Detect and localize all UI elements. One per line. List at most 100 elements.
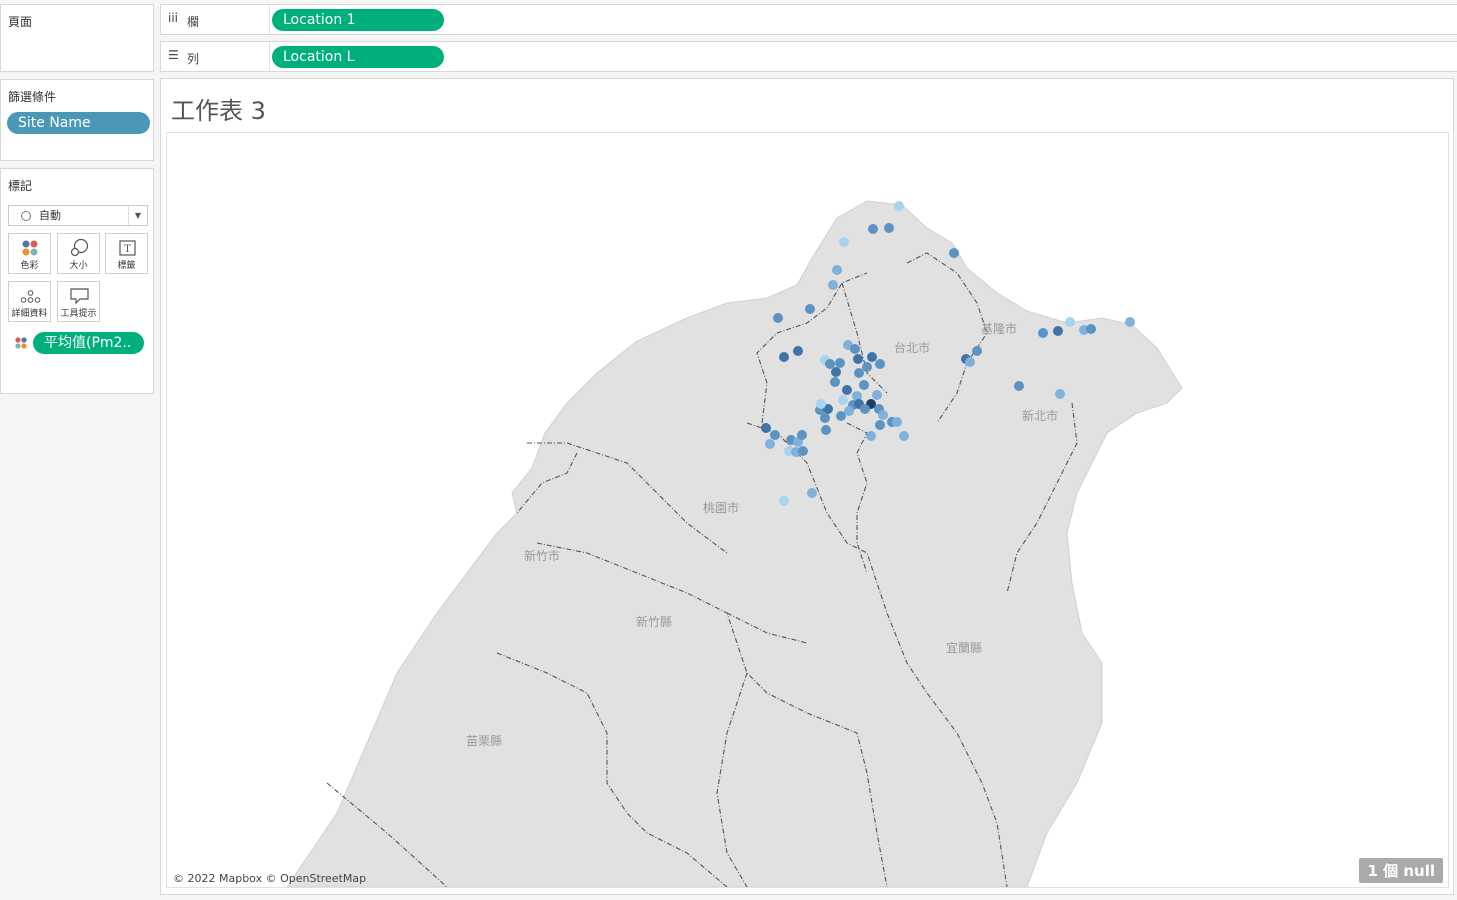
mark-type-dropdown[interactable]: 自動 ▼ [8, 205, 148, 226]
chevron-down-icon[interactable]: ▼ [128, 206, 147, 225]
station-mark[interactable] [779, 352, 789, 362]
station-mark[interactable] [765, 439, 775, 449]
station-mark[interactable] [821, 425, 831, 435]
station-mark[interactable] [850, 344, 860, 354]
map-label-hsinchu-city: 新竹市 [524, 548, 560, 563]
station-mark[interactable] [894, 201, 904, 211]
station-mark[interactable] [875, 359, 885, 369]
map-view[interactable]: 台北市 基隆市 新北市 桃園市 新竹市 新竹縣 宜蘭縣 苗栗縣 © 2022 M… [166, 132, 1449, 888]
detail-button-label: 詳細資料 [11, 309, 48, 319]
marks-card-title: 標記 [8, 179, 33, 193]
station-mark[interactable] [820, 413, 830, 423]
svg-text:T: T [124, 244, 131, 255]
rows-pill-location-l[interactable]: Location L [272, 46, 444, 68]
station-mark[interactable] [805, 304, 815, 314]
pages-card: 頁面 [0, 4, 154, 72]
station-mark[interactable] [949, 248, 959, 258]
map-label-hsinchu-county: 新竹縣 [636, 614, 672, 629]
detail-button[interactable]: 詳細資料 [8, 281, 51, 322]
map-label-new-taipei: 新北市 [1022, 408, 1058, 423]
station-mark[interactable] [899, 431, 909, 441]
map-label-taipei: 台北市 [894, 340, 930, 355]
label-button[interactable]: T 標籤 [105, 233, 148, 274]
station-mark[interactable] [793, 346, 803, 356]
station-mark[interactable] [872, 390, 882, 400]
station-mark[interactable] [816, 399, 826, 409]
columns-pill-location-1[interactable]: Location 1 [272, 9, 444, 31]
tooltip-button[interactable]: 工具提示 [57, 281, 100, 322]
station-mark[interactable] [839, 237, 849, 247]
station-mark[interactable] [1053, 326, 1063, 336]
station-mark[interactable] [770, 430, 780, 440]
null-indicator[interactable]: 1 個 null [1359, 858, 1443, 883]
shelf-divider [269, 42, 270, 71]
station-mark[interactable] [842, 385, 852, 395]
station-mark[interactable] [892, 417, 902, 427]
map-label-taoyuan: 桃園市 [703, 500, 739, 515]
station-mark[interactable] [859, 380, 869, 390]
marks-card: 標記 自動 ▼ 色彩 大小 T 標籤 詳細資料 工具提示 平均值(Pm2.. [0, 168, 154, 394]
pages-card-title: 頁面 [8, 15, 33, 29]
station-mark[interactable] [965, 357, 975, 367]
station-mark[interactable] [875, 420, 885, 430]
station-mark[interactable] [1038, 328, 1048, 338]
rows-shelf: ☰ 列 Location L [160, 41, 1457, 72]
station-mark[interactable] [838, 395, 848, 405]
station-mark[interactable] [866, 431, 876, 441]
circle-mark-icon [21, 211, 31, 221]
color-button[interactable]: 色彩 [8, 233, 51, 274]
station-mark[interactable] [807, 488, 817, 498]
station-mark[interactable] [1014, 381, 1024, 391]
color-icon [22, 240, 38, 256]
label-icon: T [119, 240, 136, 256]
station-mark[interactable] [853, 354, 863, 364]
station-mark[interactable] [878, 410, 888, 420]
map-label-keelung: 基隆市 [981, 321, 1017, 336]
map-canvas[interactable]: 台北市 基隆市 新北市 桃園市 新竹市 新竹縣 宜蘭縣 苗栗縣 [167, 133, 1448, 887]
station-mark[interactable] [828, 280, 838, 290]
station-mark[interactable] [972, 346, 982, 356]
tooltip-icon [70, 288, 89, 305]
station-mark[interactable] [1125, 317, 1135, 327]
station-mark[interactable] [832, 265, 842, 275]
station-mark[interactable] [867, 352, 877, 362]
filter-pill-site-name[interactable]: Site Name [7, 112, 150, 134]
land-area [286, 200, 1183, 887]
station-mark[interactable] [797, 430, 807, 440]
shelf-divider [269, 5, 270, 34]
station-mark[interactable] [1086, 324, 1096, 334]
station-mark[interactable] [1065, 317, 1075, 327]
station-mark[interactable] [860, 404, 870, 414]
station-mark[interactable] [798, 446, 808, 456]
tooltip-button-label: 工具提示 [60, 309, 97, 319]
station-mark[interactable] [1055, 389, 1065, 399]
columns-shelf-label: 欄 [187, 15, 200, 29]
station-mark[interactable] [868, 224, 878, 234]
station-mark[interactable] [862, 362, 872, 372]
map-attribution: © 2022 Mapbox © OpenStreetMap [173, 872, 367, 885]
size-icon [70, 238, 89, 257]
station-mark[interactable] [773, 313, 783, 323]
station-mark[interactable] [830, 377, 840, 387]
detail-icon [20, 290, 41, 303]
color-field-pill[interactable]: 平均值(Pm2.. [33, 332, 144, 354]
filters-card-title: 篩選條件 [8, 90, 57, 104]
filters-card: 篩選條件 Site Name [0, 79, 154, 161]
station-mark[interactable] [884, 223, 894, 233]
worksheet: 工作表 3 台北市 基隆市 新北市 桃園市 新竹市 新竹縣 宜蘭縣 苗栗縣 © … [160, 78, 1454, 895]
rows-icon: ☰ [168, 48, 179, 62]
mark-type-label: 自動 [39, 209, 61, 222]
columns-shelf: iii 欄 Location 1 [160, 4, 1457, 35]
label-button-label: 標籤 [117, 261, 136, 271]
size-button[interactable]: 大小 [57, 233, 100, 274]
map-label-yilan: 宜蘭縣 [946, 640, 982, 655]
station-mark[interactable] [779, 496, 789, 506]
sheet-title: 工作表 3 [171, 97, 266, 125]
station-mark[interactable] [831, 367, 841, 377]
columns-icon: iii [168, 11, 179, 25]
station-mark[interactable] [844, 406, 854, 416]
station-mark[interactable] [761, 423, 771, 433]
station-mark[interactable] [835, 358, 845, 368]
station-mark[interactable] [825, 359, 835, 369]
station-mark[interactable] [854, 368, 864, 378]
